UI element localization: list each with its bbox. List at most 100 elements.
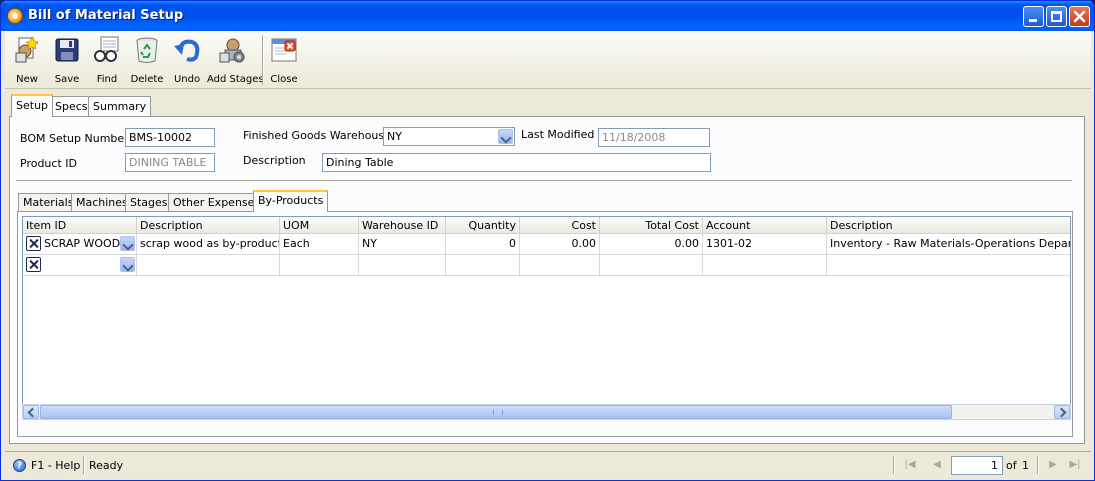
save-icon (55, 38, 79, 62)
status-bar: ? F1 - Help Ready |◀ ◀ 1 of 1 ▶ ▶| (5, 451, 1091, 477)
tab-machines-label: Machines (76, 196, 128, 209)
bom-setup-number-field[interactable]: BMS-10002 (125, 128, 215, 147)
cell-account-description[interactable] (827, 255, 1070, 276)
new-label: New (16, 74, 38, 85)
finished-goods-warehouse-label: Finished Goods Warehouse (243, 129, 391, 142)
tab-other-expenses[interactable]: Other Expenses (168, 193, 266, 211)
first-page-icon[interactable]: |◀ (904, 459, 916, 471)
bom-setup-window: Bill of Material Setup New Save Find Del… (0, 0, 1095, 481)
cell-item-id[interactable] (23, 255, 137, 276)
horizontal-scrollbar[interactable] (22, 404, 1071, 420)
col-account-description[interactable]: Description (827, 217, 1070, 234)
tab-machines[interactable]: Machines (71, 193, 133, 211)
scroll-left-icon[interactable] (23, 405, 39, 419)
tab-stages[interactable]: Stages (125, 193, 173, 211)
scroll-right-icon[interactable] (1054, 405, 1070, 419)
cell-quantity[interactable]: 0 (446, 234, 520, 255)
last-page-icon[interactable]: ▶| (1069, 459, 1081, 471)
tab-summary[interactable]: Summary (88, 96, 152, 116)
cell-uom[interactable]: Each (280, 234, 359, 255)
description-field[interactable]: Dining Table (322, 153, 711, 172)
item-id-value: SCRAP WOOD (44, 237, 121, 250)
chevron-down-icon[interactable] (120, 257, 135, 272)
col-total-cost[interactable]: Total Cost (600, 217, 703, 234)
tab-by-products[interactable]: By-Products (253, 190, 329, 212)
form-separator (16, 180, 1072, 182)
col-uom[interactable]: UOM (280, 217, 359, 234)
finished-goods-warehouse-select[interactable]: NY (383, 127, 515, 146)
cell-quantity[interactable] (446, 255, 520, 276)
cell-account-description[interactable]: Inventory - Raw Materials-Operations Dep… (827, 234, 1070, 255)
find-icon (94, 36, 119, 62)
col-cost[interactable]: Cost (520, 217, 600, 234)
close-button[interactable]: Close (267, 35, 301, 87)
status-separator (83, 456, 85, 474)
title-bar[interactable]: Bill of Material Setup (1, 1, 1094, 31)
delete-row-icon[interactable] (26, 257, 41, 272)
close-icon (271, 38, 297, 62)
col-item-id[interactable]: Item ID (23, 217, 137, 234)
next-page-icon[interactable]: ▶ (1047, 459, 1059, 471)
grid-header: Item ID Description UOM Warehouse ID Qua… (23, 217, 1070, 234)
delete-row-icon[interactable] (26, 236, 41, 251)
by-products-grid: Item ID Description UOM Warehouse ID Qua… (22, 216, 1071, 420)
cell-total-cost[interactable]: 0.00 (600, 234, 703, 255)
cell-account[interactable] (703, 255, 827, 276)
col-description[interactable]: Description (137, 217, 280, 234)
help-text[interactable]: F1 - Help (31, 459, 80, 472)
undo-button[interactable]: Undo (169, 35, 205, 87)
cell-cost[interactable]: 0.00 (520, 234, 600, 255)
cell-warehouse-id[interactable] (359, 255, 446, 276)
cell-total-cost[interactable] (600, 255, 703, 276)
scrollbar-thumb[interactable] (40, 405, 952, 419)
help-icon[interactable]: ? (13, 459, 26, 472)
window-close-button[interactable] (1069, 6, 1090, 27)
find-label: Find (96, 74, 118, 85)
minimize-button[interactable] (1023, 6, 1044, 27)
new-icon (15, 36, 39, 63)
tab-by-products-label: By-Products (258, 194, 324, 207)
tab-materials[interactable]: Materials (18, 193, 79, 211)
delete-button[interactable]: Delete (127, 35, 167, 87)
table-row[interactable]: SCRAP WOOD scrap wood as by-product Each… (23, 234, 1070, 255)
bom-setup-number-label: BOM Setup Number (20, 132, 129, 145)
of-label: of (1006, 459, 1017, 472)
last-modified-field: 11/18/2008 (598, 128, 710, 147)
cell-account[interactable]: 1301-02 (703, 234, 827, 255)
tab-specs-label: Specs (55, 100, 88, 113)
window-title: Bill of Material Setup (28, 8, 184, 23)
col-quantity[interactable]: Quantity (446, 217, 520, 234)
table-row[interactable] (23, 255, 1070, 276)
tab-setup[interactable]: Setup (11, 94, 54, 117)
page-number-input[interactable]: 1 (951, 456, 1003, 475)
product-id-field[interactable]: DINING TABLE (125, 153, 215, 172)
previous-page-icon[interactable]: ◀ (931, 459, 943, 471)
nav-separator (893, 456, 895, 474)
undo-label: Undo (173, 74, 201, 85)
tab-specs[interactable]: Specs (50, 96, 93, 116)
toolbar-separator (262, 35, 264, 85)
add-stages-button[interactable]: Add Stages (207, 35, 264, 87)
col-account[interactable]: Account (703, 217, 827, 234)
chevron-down-icon[interactable] (498, 129, 513, 144)
maximize-icon (1051, 11, 1062, 22)
tab-setup-label: Setup (16, 99, 49, 112)
col-warehouse-id[interactable]: Warehouse ID (359, 217, 446, 234)
maximize-button[interactable] (1046, 6, 1067, 27)
cell-uom[interactable] (280, 255, 359, 276)
cell-description[interactable]: scrap wood as by-product (137, 234, 280, 255)
cell-description[interactable] (137, 255, 280, 276)
add-stages-label: Add Stages (207, 74, 264, 85)
save-button[interactable]: Save (49, 35, 85, 87)
total-pages: 1 (1022, 459, 1029, 472)
cell-warehouse-id[interactable]: NY (359, 234, 446, 255)
add-stages-icon (219, 38, 245, 63)
cell-item-id[interactable]: SCRAP WOOD (23, 234, 137, 255)
chevron-down-icon[interactable] (120, 236, 135, 251)
save-label: Save (54, 74, 80, 85)
find-button[interactable]: Find (89, 35, 125, 87)
new-button[interactable]: New (9, 35, 45, 87)
cell-cost[interactable] (520, 255, 600, 276)
description-label: Description (243, 154, 306, 167)
last-modified-label: Last Modified (521, 128, 595, 141)
